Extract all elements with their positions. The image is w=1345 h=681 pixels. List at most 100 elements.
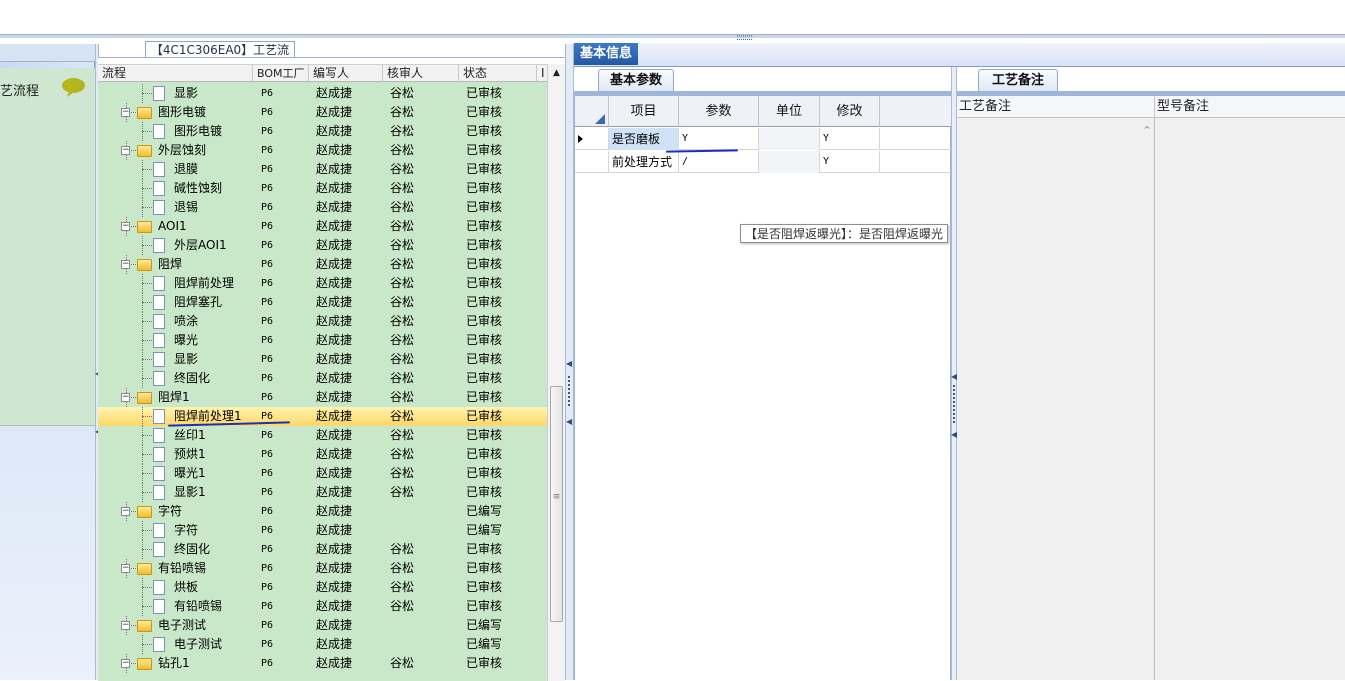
splitter-arrow-icon[interactable]: ◀ <box>566 360 572 368</box>
cell-unit[interactable] <box>759 151 820 173</box>
document-icon <box>153 276 165 291</box>
cell-param[interactable]: Y <box>679 128 759 150</box>
collapse-toggle-icon[interactable]: − <box>121 108 130 117</box>
basic-info-tabbar <box>574 43 1345 67</box>
tree-step-row[interactable]: 阻焊塞孔 P6 赵成捷 谷松 已审核 <box>98 293 547 312</box>
tree-step-row[interactable]: 电子测试 P6 赵成捷 已编写 <box>98 635 547 654</box>
grid-col-item[interactable]: 项目 <box>609 96 679 127</box>
process-remark-textarea[interactable]: ^ <box>957 118 1155 680</box>
collapse-toggle-icon[interactable]: − <box>121 507 130 516</box>
collapse-toggle-icon[interactable]: − <box>121 393 130 402</box>
col-header-status[interactable]: 状态 <box>459 65 537 83</box>
process-tree-body[interactable]: 显影 P6 赵成捷 谷松 已审核 − 图形电镀 P6 赵成捷 谷松 已审核 图形电镀 P6 赵成捷 谷松 已审… <box>98 82 547 681</box>
col-process-remark[interactable]: 工艺备注 <box>957 96 1155 118</box>
status-text: 已审核 <box>466 390 503 404</box>
tree-connector-line <box>142 416 152 417</box>
tree-step-row[interactable]: 烘板 P6 赵成捷 谷松 已审核 <box>98 578 547 597</box>
scroll-up-arrow-icon[interactable]: ^ <box>1140 123 1154 137</box>
tab-basic-params[interactable]: 基本参数 <box>598 69 674 91</box>
splitter-arrow-icon-2[interactable]: ◀ <box>566 418 572 426</box>
bom-factory: P6 <box>261 468 274 479</box>
tree-folder-row[interactable]: − 图形电镀 P6 赵成捷 谷松 已审核 <box>98 103 547 122</box>
status-text: 已审核 <box>466 409 503 423</box>
document-icon <box>153 428 165 443</box>
author-name: 赵成捷 <box>316 162 353 176</box>
tree-vertical-scrollbar[interactable]: ▲ ≡ <box>547 64 565 681</box>
tree-step-row[interactable]: 字符 P6 赵成捷 已编写 <box>98 521 547 540</box>
tree-connector-line <box>142 350 143 369</box>
model-remark-textarea[interactable] <box>1155 118 1345 680</box>
cell-modify[interactable]: Y <box>820 151 880 173</box>
tree-step-row[interactable]: 有铅喷锡 P6 赵成捷 谷松 已审核 <box>98 597 547 616</box>
tab-process-remarks[interactable]: 工艺备注 <box>978 69 1058 91</box>
grid-row[interactable]: 是否磨板 Y Y <box>575 128 952 150</box>
tree-folder-row[interactable]: − 阻焊1 P6 赵成捷 谷松 已审核 <box>98 388 547 407</box>
col-model-remark[interactable]: 型号备注 <box>1155 96 1345 118</box>
tree-splitter[interactable]: ◀ ◀ <box>565 44 574 680</box>
bom-factory: P6 <box>261 107 274 118</box>
tree-folder-row[interactable]: − 钻孔1 P6 赵成捷 谷松 已审核 <box>98 654 547 673</box>
status-text: 已审核 <box>466 276 503 290</box>
tree-step-row[interactable]: 阻焊前处理1 P6 赵成捷 谷松 已审核 <box>98 407 547 426</box>
remarks-panel: 工艺备注 型号备注 ^ <box>957 96 1345 680</box>
tree-step-row[interactable]: 显影 P6 赵成捷 谷松 已审核 <box>98 350 547 369</box>
grid-col-param[interactable]: 参数 <box>679 96 759 127</box>
author-name: 赵成捷 <box>316 390 353 404</box>
bom-factory: P6 <box>261 88 274 99</box>
status-text: 已审核 <box>466 599 503 613</box>
tree-folder-row[interactable]: − 阻焊 P6 赵成捷 谷松 已审核 <box>98 255 547 274</box>
col-header-bom[interactable]: BOM工厂 <box>253 65 309 83</box>
collapse-toggle-icon[interactable]: − <box>121 564 130 573</box>
tree-folder-row[interactable]: − AOI1 P6 赵成捷 谷松 已审核 <box>98 217 547 236</box>
nav-item-process-flow[interactable]: 艺流程 <box>0 68 95 426</box>
tree-folder-row[interactable]: − 字符 P6 赵成捷 已编写 <box>98 502 547 521</box>
bom-factory: P6 <box>261 183 274 194</box>
tab-basic-info[interactable]: 基本信息 <box>574 43 638 65</box>
document-icon <box>153 466 165 481</box>
tree-folder-row[interactable]: − 有铅喷锡 P6 赵成捷 谷松 已审核 <box>98 559 547 578</box>
col-header-reviewer[interactable]: 核审人 <box>383 65 459 83</box>
scroll-up-arrow-icon[interactable]: ▲ <box>548 64 565 82</box>
collapse-toggle-icon[interactable]: − <box>121 260 130 269</box>
tree-step-row[interactable]: 终固化 P6 赵成捷 谷松 已审核 <box>98 540 547 559</box>
collapse-toggle-icon[interactable]: − <box>121 222 130 231</box>
tree-step-row[interactable]: 丝印1 P6 赵成捷 谷松 已审核 <box>98 426 547 445</box>
col-header-flow[interactable]: 流程 <box>98 65 253 83</box>
collapse-toggle-icon[interactable]: − <box>121 621 130 630</box>
collapse-toggle-icon[interactable]: − <box>121 659 130 668</box>
tree-step-row[interactable]: 显影1 P6 赵成捷 谷松 已审核 <box>98 483 547 502</box>
splitter-grip[interactable]: :::::::: <box>712 33 776 43</box>
reviewer-name: 谷松 <box>390 295 415 309</box>
col-header-author[interactable]: 编写人 <box>309 65 383 83</box>
grid-col-unit[interactable]: 单位 <box>759 96 820 127</box>
tree-step-row[interactable]: 显影 P6 赵成捷 谷松 已审核 <box>98 84 547 103</box>
tree-step-row[interactable]: 预烘1 P6 赵成捷 谷松 已审核 <box>98 445 547 464</box>
tree-step-row[interactable]: 曝光 P6 赵成捷 谷松 已审核 <box>98 331 547 350</box>
cell-unit[interactable] <box>759 128 820 150</box>
tree-step-row[interactable]: 曝光1 P6 赵成捷 谷松 已审核 <box>98 464 547 483</box>
top-splitter-bar[interactable] <box>0 34 1345 38</box>
tree-step-row[interactable]: 终固化 P6 赵成捷 谷松 已审核 <box>98 369 547 388</box>
tree-folder-row[interactable]: − 电子测试 P6 赵成捷 已编写 <box>98 616 547 635</box>
tree-step-row[interactable]: 图形电镀 P6 赵成捷 谷松 已审核 <box>98 122 547 141</box>
tree-folder-row[interactable]: − 外层蚀刻 P6 赵成捷 谷松 已审核 <box>98 141 547 160</box>
tree-step-row[interactable]: 碱性蚀刻 P6 赵成捷 谷松 已审核 <box>98 179 547 198</box>
tree-step-row[interactable]: 喷涂 P6 赵成捷 谷松 已审核 <box>98 312 547 331</box>
grid-col-modify[interactable]: 修改 <box>820 96 880 127</box>
tree-step-row[interactable]: 退锡 P6 赵成捷 谷松 已审核 <box>98 198 547 217</box>
bom-factory: P6 <box>261 430 274 441</box>
cell-param[interactable]: / <box>679 151 759 173</box>
scroll-thumb[interactable]: ≡ <box>550 386 563 622</box>
tree-step-row[interactable]: 退膜 P6 赵成捷 谷松 已审核 <box>98 160 547 179</box>
collapse-toggle-icon[interactable]: − <box>121 146 130 155</box>
grid-corner[interactable] <box>575 96 609 127</box>
grid-row[interactable]: 前处理方式 / Y <box>575 151 952 173</box>
status-text: 已审核 <box>466 561 503 575</box>
cell-item[interactable]: 是否磨板 <box>609 128 679 150</box>
cell-item[interactable]: 前处理方式 <box>609 151 679 173</box>
tree-step-row[interactable]: 阻焊前处理 P6 赵成捷 谷松 已审核 <box>98 274 547 293</box>
cell-modify[interactable]: Y <box>820 128 880 150</box>
tree-step-row[interactable]: 外层AOI1 P6 赵成捷 谷松 已审核 <box>98 236 547 255</box>
step-name: 电子测试 <box>174 637 223 651</box>
folder-icon <box>137 658 152 670</box>
